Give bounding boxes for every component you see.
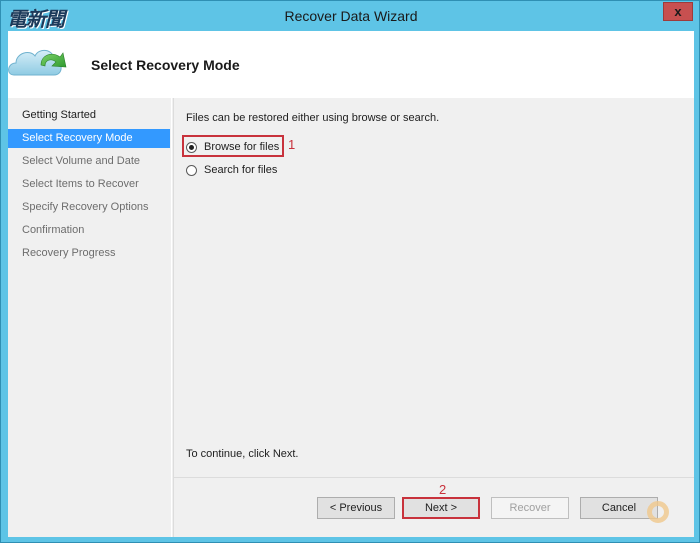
sidebar-item-confirmation[interactable]: Confirmation	[8, 221, 170, 240]
cloud-recovery-icon	[8, 49, 67, 76]
close-button[interactable]: x	[663, 2, 693, 21]
wizard-header: Select Recovery Mode	[8, 31, 694, 98]
footer-divider	[174, 477, 694, 478]
annotation-box-1	[182, 135, 284, 157]
sidebar-item-select-recovery-mode[interactable]: Select Recovery Mode	[8, 129, 170, 148]
window-title: Recover Data Wizard	[284, 8, 418, 24]
search-for-files-option[interactable]: Search for files	[186, 162, 277, 178]
sidebar-item-recovery-progress[interactable]: Recovery Progress	[8, 244, 170, 263]
recover-button[interactable]: Recover	[491, 497, 569, 519]
cancel-button[interactable]: Cancel	[580, 497, 658, 519]
wizard-steps-sidebar: Getting Started Select Recovery Mode Sel…	[8, 98, 172, 537]
sidebar-item-specify-recovery-options[interactable]: Specify Recovery Options	[8, 198, 170, 217]
page-title: Select Recovery Mode	[91, 57, 240, 73]
title-bar[interactable]: 電新聞 Recover Data Wizard x	[1, 1, 700, 31]
next-button[interactable]: Next >	[402, 497, 480, 519]
close-icon: x	[674, 4, 682, 19]
sidebar-item-select-volume-and-date[interactable]: Select Volume and Date	[8, 152, 170, 171]
intro-text: Files can be restored either using brows…	[186, 112, 440, 124]
previous-button[interactable]: < Previous	[317, 497, 395, 519]
search-label: Search for files	[204, 164, 278, 176]
sidebar-item-getting-started[interactable]: Getting Started	[8, 106, 170, 125]
watermark-decoration	[647, 501, 669, 523]
sidebar-item-select-items-to-recover[interactable]: Select Items to Recover	[8, 175, 170, 194]
annotation-number-1: 1	[288, 137, 296, 152]
search-radio[interactable]	[186, 164, 197, 176]
wizard-content: Files can be restored either using brows…	[174, 98, 694, 477]
wizard-window: 電新聞 Recover Data Wizard x Select Recover…	[0, 0, 700, 543]
continue-hint: To continue, click Next.	[186, 448, 299, 460]
annotation-number-2: 2	[439, 482, 447, 497]
wizard-client-area: Select Recovery Mode Getting Started Sel…	[8, 31, 694, 537]
